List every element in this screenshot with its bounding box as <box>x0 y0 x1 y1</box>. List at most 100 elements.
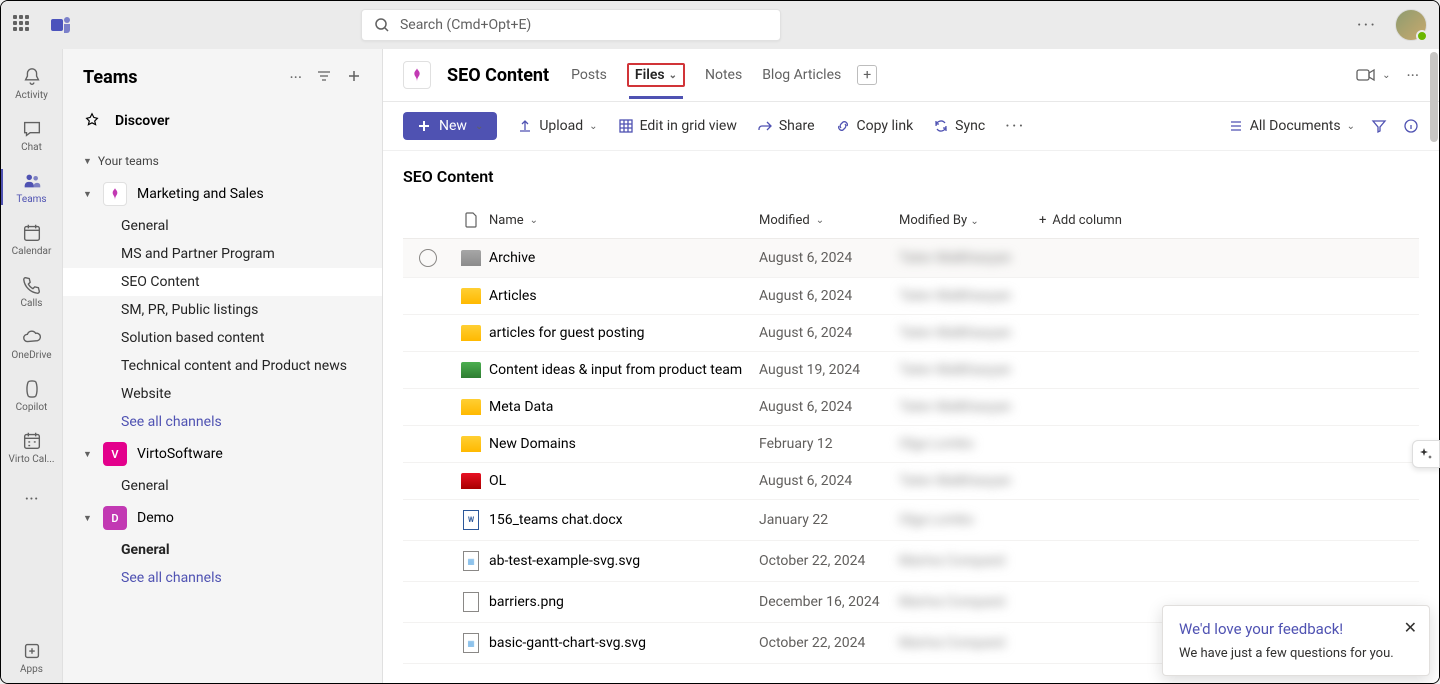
rail-copilot[interactable]: Copilot <box>1 369 63 421</box>
rail-teams[interactable]: Teams <box>1 161 63 213</box>
folder-icon <box>461 325 481 341</box>
file-type-icon[interactable] <box>464 212 478 228</box>
team-row[interactable]: ▼VVirtoSoftware <box>63 436 382 472</box>
meet-button[interactable]: ⌄ <box>1356 67 1390 83</box>
channel-row[interactable]: Solution based content <box>63 324 382 352</box>
copilot-floating-button[interactable] <box>1412 440 1440 468</box>
folder-icon <box>461 436 481 452</box>
link-icon <box>835 118 851 134</box>
sync-icon <box>933 118 949 134</box>
info-icon[interactable] <box>1403 118 1419 134</box>
file-row[interactable]: W156_teams chat.docxJanuary 22Olga Lomko <box>403 500 1419 541</box>
table-header: Name⌄ Modified⌄ Modified By ⌄ +Add colum… <box>403 202 1419 239</box>
teams-more[interactable]: ··· <box>289 68 302 88</box>
rail-calendar[interactable]: Calendar <box>1 213 63 265</box>
channel-row[interactable]: General <box>63 536 382 564</box>
tab-blog-articles[interactable]: Blog Articles <box>762 63 841 87</box>
scrollbar[interactable] <box>1430 52 1438 676</box>
folder-icon <box>461 399 481 415</box>
word-icon: W <box>463 510 479 530</box>
feedback-popup: ✕ We'd love your feedback! We have just … <box>1162 605 1430 676</box>
app-rail: ActivityChatTeamsCalendarCallsOneDriveCo… <box>1 49 63 683</box>
edit-grid-button[interactable]: Edit in grid view <box>618 118 737 134</box>
video-icon <box>1356 67 1376 83</box>
share-icon <box>757 118 773 134</box>
teams-title: Teams <box>83 67 289 88</box>
see-all-channels[interactable]: See all channels <box>63 564 382 592</box>
add-column-button[interactable]: +Add column <box>1039 213 1419 228</box>
search-input[interactable]: Search (Cmd+Opt+E) <box>361 9 781 41</box>
add-tab-button[interactable]: + <box>857 65 877 85</box>
share-button[interactable]: Share <box>757 118 815 134</box>
channel-row[interactable]: SM, PR, Public listings <box>63 296 382 324</box>
channel-row[interactable]: SEO Content <box>63 268 382 296</box>
folder-icon <box>461 473 481 489</box>
channel-row[interactable]: Technical content and Product news <box>63 352 382 380</box>
sync-button[interactable]: Sync <box>933 118 985 134</box>
feedback-title: We'd love your feedback! <box>1179 620 1413 638</box>
svg-file-icon: ▦ <box>463 551 479 571</box>
column-modified-by[interactable]: Modified By ⌄ <box>899 213 1039 228</box>
sparkle-icon <box>1418 446 1434 462</box>
rail-more[interactable]: ··· <box>1 473 63 525</box>
rail-apps[interactable]: Apps <box>1 631 63 683</box>
teams-panel: Teams ··· Discover ▼ Your teams ▼Marketi… <box>63 49 383 683</box>
file-row[interactable]: ArchiveAugust 6, 2024Tatev Malkhasyan <box>403 239 1419 278</box>
tab-files[interactable]: Files⌄ <box>627 63 685 87</box>
rail-activity[interactable]: Activity <box>1 57 63 109</box>
view-selector[interactable]: All Documents ⌄ <box>1228 118 1355 134</box>
column-modified[interactable]: Modified⌄ <box>759 213 899 228</box>
create-team[interactable] <box>346 68 362 88</box>
toolbar-more[interactable]: ··· <box>1005 116 1025 137</box>
search-placeholder: Search (Cmd+Opt+E) <box>400 17 531 33</box>
teams-logo-icon <box>49 13 73 37</box>
filter-icon[interactable] <box>316 68 332 88</box>
rail-virto-cal-[interactable]: Virto Cal... <box>1 421 63 473</box>
file-row[interactable]: Meta DataAugust 6, 2024Tatev Malkhasyan <box>403 389 1419 426</box>
file-row[interactable]: articles for guest postingAugust 6, 2024… <box>403 315 1419 352</box>
rail-onedrive[interactable]: OneDrive <box>1 317 63 369</box>
file-row[interactable]: Content ideas & input from product teamA… <box>403 352 1419 389</box>
rail-calls[interactable]: Calls <box>1 265 63 317</box>
library-title: SEO Content <box>403 159 1419 202</box>
discover-button[interactable]: Discover <box>63 102 382 140</box>
see-all-channels[interactable]: See all channels <box>63 408 382 436</box>
channel-row[interactable]: MS and Partner Program <box>63 240 382 268</box>
select-circle[interactable] <box>419 249 437 267</box>
feedback-close[interactable]: ✕ <box>1404 618 1417 637</box>
presence-indicator <box>1416 30 1428 42</box>
channel-row[interactable]: General <box>63 212 382 240</box>
filter-funnel-icon[interactable] <box>1371 118 1387 134</box>
folder-icon <box>461 288 481 304</box>
your-teams-label[interactable]: ▼ Your teams <box>63 140 382 176</box>
folder-icon <box>461 250 481 266</box>
more-options[interactable]: ··· <box>1357 15 1377 36</box>
file-row[interactable]: OLAugust 6, 2024Tatev Malkhasyan <box>403 463 1419 500</box>
column-name[interactable]: Name⌄ <box>489 213 759 228</box>
list-icon <box>1228 118 1244 134</box>
team-row[interactable]: ▼DDemo <box>63 500 382 536</box>
file-row[interactable]: ▦ab-test-example-svg.svgOctober 22, 2024… <box>403 541 1419 582</box>
file-row[interactable]: ArticlesAugust 6, 2024Tatev Malkhasyan <box>403 278 1419 315</box>
discover-icon <box>83 112 101 130</box>
tab-posts[interactable]: Posts <box>571 63 607 87</box>
folder-icon <box>461 362 481 378</box>
app-launcher[interactable] <box>13 15 33 35</box>
channel-title: SEO Content <box>447 65 549 86</box>
grid-icon <box>618 118 634 134</box>
main-content: SEO Content Posts Files⌄ Notes Blog Article… <box>383 49 1439 683</box>
tab-notes[interactable]: Notes <box>705 63 742 87</box>
upload-button[interactable]: Upload ⌄ <box>517 118 597 134</box>
channel-row[interactable]: Website <box>63 380 382 408</box>
user-avatar[interactable] <box>1395 9 1427 41</box>
file-row[interactable]: New DomainsFebruary 12Olga Lomko <box>403 426 1419 463</box>
upload-icon <box>517 118 533 134</box>
plus-icon <box>417 119 431 133</box>
new-button[interactable]: New ⌄ <box>403 112 497 140</box>
search-icon <box>374 17 390 33</box>
channel-more[interactable]: ··· <box>1406 66 1419 85</box>
channel-row[interactable]: General <box>63 472 382 500</box>
copy-link-button[interactable]: Copy link <box>835 118 914 134</box>
rail-chat[interactable]: Chat <box>1 109 63 161</box>
team-row[interactable]: ▼Marketing and Sales <box>63 176 382 212</box>
